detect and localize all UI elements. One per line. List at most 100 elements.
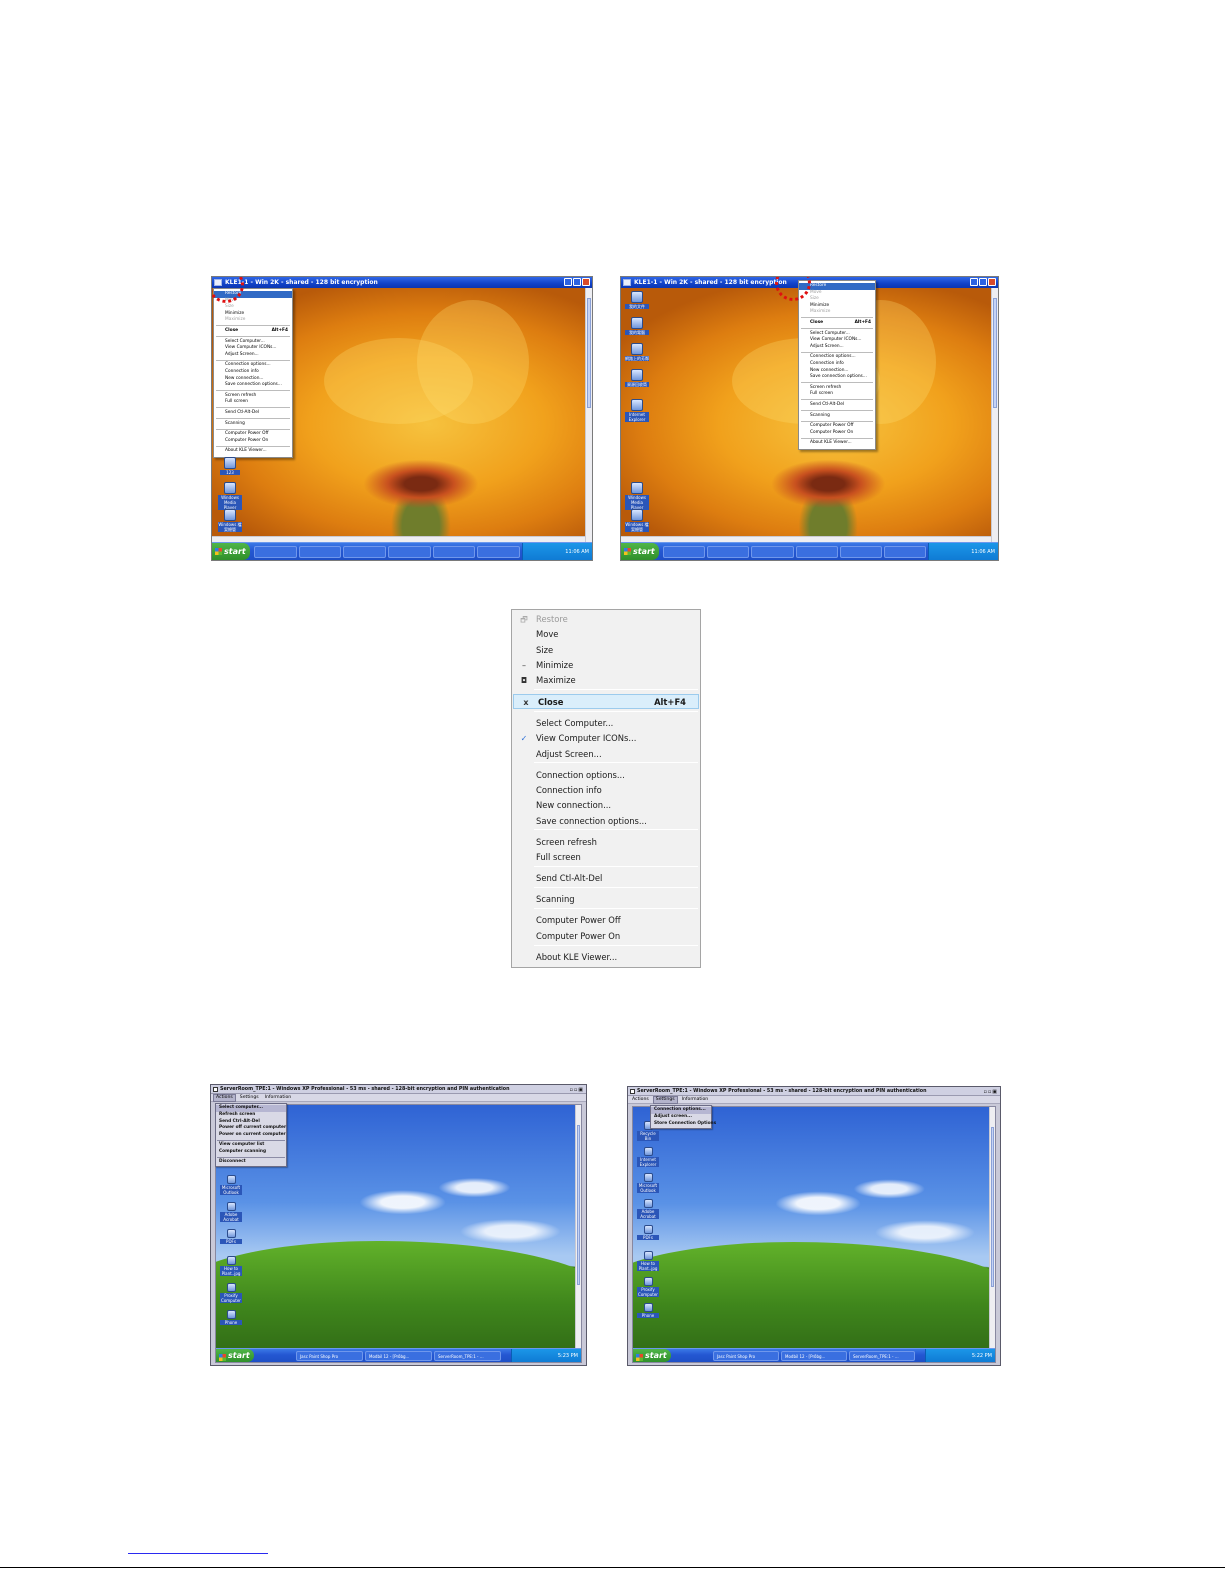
minimize-icon[interactable] — [970, 278, 978, 286]
desktop-icon[interactable]: PDFs — [220, 1229, 242, 1244]
menu-item[interactable]: 🗗 Restore — [512, 612, 700, 627]
start-button[interactable]: start — [216, 1349, 254, 1362]
desktop-icon[interactable]: Internet Explorer — [637, 1147, 659, 1167]
menu-actions[interactable]: Actions — [213, 1094, 236, 1102]
menu-item[interactable]: Save connection options... — [799, 374, 875, 381]
menu-settings[interactable]: Settings — [652, 1096, 678, 1104]
menu-item[interactable]: – Minimize — [512, 658, 700, 673]
menu-item[interactable]: Send Ctl-Alt-Del — [512, 871, 700, 886]
menu-item[interactable]: Full screen — [512, 850, 700, 865]
menu-item[interactable]: Connection info — [214, 369, 292, 376]
menu-item[interactable]: Size — [799, 296, 875, 303]
vertical-scrollbar[interactable] — [585, 288, 592, 542]
taskbar-item[interactable]: ServerRoom_TPE:1 - ... — [849, 1351, 915, 1361]
menu-item[interactable]: Send Ctl-Alt-Del — [214, 410, 292, 417]
menu-information[interactable]: Information — [263, 1094, 294, 1102]
menu-item[interactable]: About KLE Viewer... — [799, 440, 875, 447]
taskbar-item[interactable]: Modbil 12 - [Prôbg... — [781, 1351, 847, 1361]
menu-item[interactable]: Full screen — [214, 399, 292, 406]
menu-item[interactable]: Computer Power Off — [214, 431, 292, 438]
vertical-scrollbar[interactable] — [991, 288, 998, 542]
menu-item[interactable]: Send Ctl-Alt-Del — [799, 402, 875, 409]
menu-settings[interactable]: Settings — [238, 1094, 261, 1102]
desktop-icon[interactable]: Adobe Acrobat — [637, 1199, 659, 1219]
viewer-titlebar[interactable]: ServerRoom_TPE:1 - Windows XP Profession… — [628, 1087, 1000, 1096]
menu-item[interactable]: New connection... — [512, 798, 700, 813]
menu-item[interactable]: Save connection options... — [512, 814, 700, 829]
menu-item[interactable]: Computer Power On — [799, 430, 875, 437]
menu-item[interactable]: Size — [512, 643, 700, 658]
taskbar-item[interactable]: ServerRoom_TPE:1 - ... — [434, 1351, 501, 1361]
menu-item[interactable]: View Computer ICONs... — [799, 337, 875, 344]
menu-item[interactable]: Computer Power On — [512, 929, 700, 944]
start-button[interactable]: start — [621, 543, 659, 560]
desktop-icon[interactable]: 我的電腦 — [625, 317, 649, 335]
menu-item[interactable]: Adjust Screen... — [512, 747, 700, 762]
desktop-icon[interactable]: Adobe Acrobat — [220, 1202, 242, 1222]
start-button[interactable]: start — [212, 543, 250, 560]
window-controls-icon[interactable]: ▫▫▣ — [569, 1086, 584, 1093]
desktop-icon[interactable]: How to Plant..jpg — [637, 1251, 659, 1271]
desktop-icon[interactable]: Phone — [220, 1310, 242, 1325]
window-titlebar[interactable]: KLE1-1 - Win 2K - shared - 128 bit encry… — [212, 277, 592, 288]
maximize-icon[interactable] — [979, 278, 987, 286]
menu-item[interactable]: Power on current computer — [216, 1132, 286, 1139]
taskbar-item[interactable]: Jasc Paint Shop Pro — [713, 1351, 779, 1361]
menu-information[interactable]: Information — [680, 1096, 711, 1104]
menu-item[interactable]: Computer Power Off — [799, 423, 875, 430]
close-icon[interactable] — [582, 278, 590, 286]
minimize-icon[interactable] — [564, 278, 572, 286]
menu-item[interactable]: Scanning — [512, 892, 700, 907]
window-menu-icon[interactable] — [630, 1089, 635, 1094]
menu-item[interactable]: Store Connection Options — [651, 1121, 716, 1128]
menu-item[interactable]: Scanning — [214, 421, 292, 428]
menu-item[interactable]: Save connection options... — [214, 382, 292, 389]
menu-item[interactable]: Move — [512, 627, 700, 642]
menu-item[interactable]: About KLE Viewer... — [214, 448, 292, 455]
menu-item[interactable]: Computer scanning — [216, 1149, 286, 1156]
menu-item[interactable]: Connection info — [512, 783, 700, 798]
desktop-icon[interactable]: Windows 檔案總管 — [218, 509, 242, 532]
desktop-icon[interactable]: Windows Media Player — [625, 482, 649, 510]
desktop-icon[interactable]: Microsoft Outlook — [220, 1175, 242, 1195]
menu-item[interactable]: ✓ View Computer ICONs... — [512, 731, 700, 746]
desktop-icon[interactable]: 123 — [220, 457, 240, 475]
desktop-icon[interactable]: PDFs — [637, 1225, 659, 1240]
menu-item[interactable]: Close Alt+F4 — [799, 320, 875, 327]
menu-item[interactable]: Screen refresh — [512, 835, 700, 850]
menu-actions[interactable]: Actions — [630, 1096, 651, 1104]
menu-item[interactable]: Close Alt+F4 — [214, 328, 292, 335]
menu-item[interactable]: About KLE Viewer... — [512, 950, 700, 965]
viewer-titlebar[interactable]: ServerRoom_TPE:1 - Windows XP Profession… — [211, 1085, 586, 1094]
menu-item[interactable]: Connection info — [799, 361, 875, 368]
menu-item[interactable]: x Close Alt+F4 — [513, 694, 699, 709]
menu-item[interactable]: Computer Power On — [214, 438, 292, 445]
maximize-icon[interactable] — [573, 278, 581, 286]
window-menu-icon[interactable] — [213, 1087, 218, 1092]
menu-item[interactable]: Computer Power Off — [512, 913, 700, 928]
menu-item[interactable]: Maximize — [214, 317, 292, 324]
menu-item[interactable]: Connection options... — [512, 768, 700, 783]
menu-item[interactable]: Connection options... — [799, 354, 875, 361]
menu-item[interactable]: Scanning — [799, 413, 875, 420]
desktop-icon[interactable]: Proxify Computer — [637, 1277, 659, 1297]
menu-item[interactable]: View Computer ICONs... — [214, 345, 292, 352]
desktop-icon[interactable]: Microsoft Outlook — [637, 1173, 659, 1193]
menu-item[interactable]: Adjust Screen... — [799, 344, 875, 351]
taskbar-item[interactable]: Modbil 12 - [Prôbg... — [365, 1351, 432, 1361]
menu-item[interactable]: Adjust screen... — [651, 1114, 711, 1121]
desktop-icon[interactable]: 我的文件 — [625, 291, 649, 309]
taskbar-item[interactable]: Jasc Paint Shop Pro — [296, 1351, 363, 1361]
close-icon[interactable] — [988, 278, 996, 286]
remote-desktop[interactable]: Recycle Bin Internet Explorer Microsoft Ou… — [632, 1106, 996, 1363]
start-button[interactable]: start — [633, 1349, 671, 1362]
window-controls-icon[interactable]: ▫▫▣ — [983, 1088, 998, 1095]
menu-item[interactable]: Select Computer... — [512, 716, 700, 731]
footer-link-underline[interactable] — [128, 1553, 268, 1554]
desktop-icon[interactable]: Internet Explorer — [625, 399, 649, 422]
desktop-icon[interactable]: Phone — [637, 1303, 659, 1318]
menu-item[interactable]: Connection options... — [214, 362, 292, 369]
desktop-icon[interactable]: Proxify Computer — [220, 1283, 242, 1303]
menu-item[interactable]: Refresh screen — [216, 1112, 286, 1119]
menu-item[interactable]: View computer list — [216, 1142, 286, 1149]
